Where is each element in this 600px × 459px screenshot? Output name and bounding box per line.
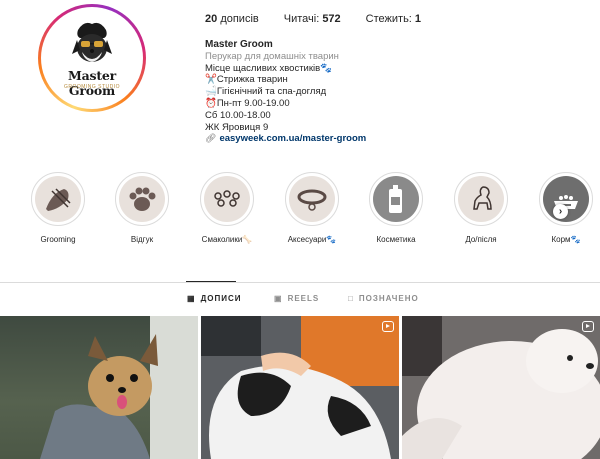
highlight-accessories[interactable]: Аксесуари🐾 [282,172,342,244]
active-tab-indicator [186,281,236,282]
highlight-before-after[interactable]: До/після [451,172,511,244]
reel-indicator-icon [382,321,394,332]
tab-posts[interactable]: ▦ ДОПИСИ [187,294,242,303]
post-tile[interactable] [402,316,600,459]
story-highlights: Grooming Відгук Смаколики🦴 Аксесуари🐾 Ко… [28,172,600,252]
brand-logo-subtitle: GROOMING STUDIO [63,84,121,90]
comb-scissors-icon [35,176,81,222]
profile-name: Master Groom [205,39,273,50]
white-fluffy-dog-photo [402,316,600,459]
profile-category: Перукар для домашніх тварин [205,50,339,62]
tab-reels[interactable]: ▣ REELS [274,294,319,303]
profile-website-link[interactable]: easyweek.com.ua/master-groom [219,133,366,144]
bio-line: Місце щасливих хвостиків🐾 [205,62,332,74]
highlight-treats[interactable]: Смаколики🦴 [197,172,257,244]
following-count[interactable]: Стежить: 1 [366,13,421,25]
tagged-icon: □ [348,294,354,303]
bio-line: Сб 10.00-18.00 [205,109,271,121]
yorkshire-terrier-photo [40,316,198,459]
french-bulldog-grooming-photo [201,316,399,459]
highlight-grooming[interactable]: Grooming [28,172,88,244]
bio-line: 🛁Гігієнічний та спа-догляд [205,86,327,98]
grid-icon: ▦ [187,294,196,303]
reels-icon: ▣ [274,294,283,303]
bio-line: ⏰Пн-пт 9.00-19.00 [205,97,290,109]
profile-stats: 20 дописів Читачі: 572 Стежить: 1 [205,13,446,25]
highlight-reviews[interactable]: Відгук [112,172,172,244]
post-tile[interactable] [0,316,198,459]
highlights-next-arrow-icon[interactable]: › [553,204,568,219]
shampoo-bottle-icon [373,176,419,222]
tabs-divider [0,282,600,283]
profile-avatar[interactable]: Master Groom GROOMING STUDIO [38,4,146,112]
tab-tagged[interactable]: □ ПОЗНАЧЕНО [348,294,419,303]
highlight-cosmetics[interactable]: Косметика [366,172,426,244]
dog-silhouette-icon [458,176,504,222]
followers-count[interactable]: Читачі: 572 [284,13,341,25]
profile-bio: Master Groom Перукар для домашніх тварин… [205,39,366,145]
posts-grid [0,316,600,459]
brand-logo-text: Master Groom [67,68,117,98]
paw-icon [119,176,165,222]
bio-line: ЖК Яровиця 9 [205,121,269,133]
reel-indicator-icon [582,321,594,332]
posts-count: 20 дописів [205,13,259,25]
brand-logo: Master Groom GROOMING STUDIO [44,10,140,106]
link-icon: 🔗︎ [205,133,217,144]
bio-line: ✂️Стрижка тварин [205,74,288,86]
post-tile[interactable] [201,316,399,459]
dog-collar-icon [289,176,335,222]
dog-treats-icon [204,176,250,222]
